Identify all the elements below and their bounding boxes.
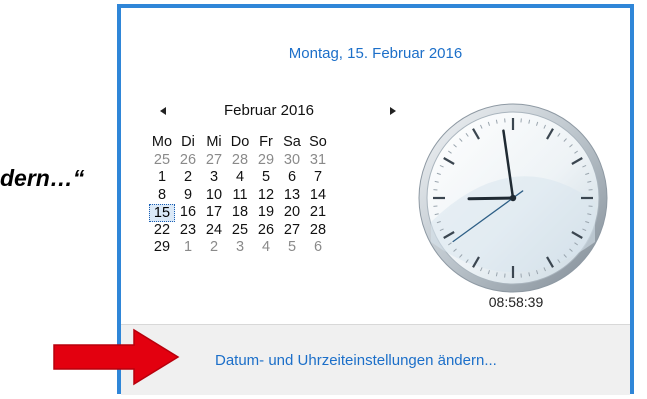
calendar-day[interactable]: 29	[149, 239, 175, 257]
calendar-day[interactable]: 18	[227, 204, 253, 222]
calendar-day[interactable]: 1	[175, 239, 201, 257]
calendar-day[interactable]: 6	[279, 169, 305, 187]
calendar-day[interactable]: 20	[279, 204, 305, 222]
calendar-day[interactable]: 30	[279, 152, 305, 170]
calendar-day[interactable]: 3	[201, 169, 227, 187]
calendar-day[interactable]: 9	[175, 187, 201, 205]
calendar-day[interactable]: 26	[175, 152, 201, 170]
analog-clock	[418, 103, 608, 293]
clock-center-pin	[509, 194, 517, 202]
calendar-day[interactable]: 25	[227, 222, 253, 240]
calendar-day[interactable]: 8	[149, 187, 175, 205]
calendar-day[interactable]: 31	[305, 152, 331, 170]
triangle-left-icon	[160, 107, 166, 115]
calendar-day[interactable]: 23	[175, 222, 201, 240]
calendar-day-today[interactable]: 15	[149, 204, 175, 222]
calendar-day[interactable]: 22	[149, 222, 175, 240]
next-month-button[interactable]	[384, 100, 402, 122]
weekday-header: So	[309, 134, 327, 150]
change-date-time-settings-link[interactable]: Datum- und Uhrzeiteinstellungen ändern..…	[215, 352, 497, 369]
calendar-day[interactable]: 28	[227, 152, 253, 170]
calendar-day[interactable]: 12	[253, 187, 279, 205]
calendar-day[interactable]: 11	[227, 187, 253, 205]
clock-hour-hand	[467, 196, 515, 201]
weekday-header: Sa	[283, 134, 301, 150]
red-arrow-icon	[53, 328, 180, 386]
calendar-day[interactable]: 14	[305, 187, 331, 205]
calendar-day[interactable]: 4	[253, 239, 279, 257]
weekday-header: Do	[230, 134, 250, 150]
calendar-day[interactable]: 16	[175, 204, 201, 222]
calendar-day[interactable]: 19	[253, 204, 279, 222]
flyout-footer: Datum- und Uhrzeiteinstellungen ändern..…	[121, 324, 630, 395]
calendar-day[interactable]: 17	[201, 204, 227, 222]
weekday-header: Mi	[206, 134, 222, 150]
calendar-day[interactable]: 3	[227, 239, 253, 257]
calendar-day[interactable]: 1	[149, 169, 175, 187]
weekday-header: Mo	[151, 134, 173, 150]
triangle-right-icon	[390, 107, 396, 115]
calendar-day[interactable]: 5	[253, 169, 279, 187]
digital-time: 08:58:39	[488, 294, 544, 310]
calendar-day[interactable]: 10	[201, 187, 227, 205]
calendar-day[interactable]: 13	[279, 187, 305, 205]
calendar-day[interactable]: 7	[305, 169, 331, 187]
calendar-header: Februar 2016	[154, 100, 404, 122]
long-date-heading[interactable]: Montag, 15. Februar 2016	[121, 45, 630, 62]
weekday-header: Di	[181, 134, 195, 150]
weekday-header: Fr	[259, 134, 273, 150]
calendar-day[interactable]: 29	[253, 152, 279, 170]
calendar-day[interactable]: 4	[227, 169, 253, 187]
calendar-day[interactable]: 27	[279, 222, 305, 240]
calendar-day[interactable]: 2	[175, 169, 201, 187]
calendar-day[interactable]: 24	[201, 222, 227, 240]
previous-month-button[interactable]	[154, 100, 172, 122]
instruction-text-fragment: dern…“	[0, 165, 85, 191]
month-label[interactable]: Februar 2016	[194, 102, 344, 119]
date-time-flyout: Montag, 15. Februar 2016 Februar 2016 Mo…	[117, 4, 634, 395]
calendar-grid: Mo Di Mi Do Fr Sa So 25 26 27 28 29 30 3…	[149, 134, 331, 257]
calendar-day[interactable]: 2	[201, 239, 227, 257]
calendar-day[interactable]: 28	[305, 222, 331, 240]
calendar-day[interactable]: 5	[279, 239, 305, 257]
calendar-day[interactable]: 6	[305, 239, 331, 257]
calendar-day[interactable]: 27	[201, 152, 227, 170]
calendar-day[interactable]: 21	[305, 204, 331, 222]
calendar-day[interactable]: 25	[149, 152, 175, 170]
calendar-day[interactable]: 26	[253, 222, 279, 240]
